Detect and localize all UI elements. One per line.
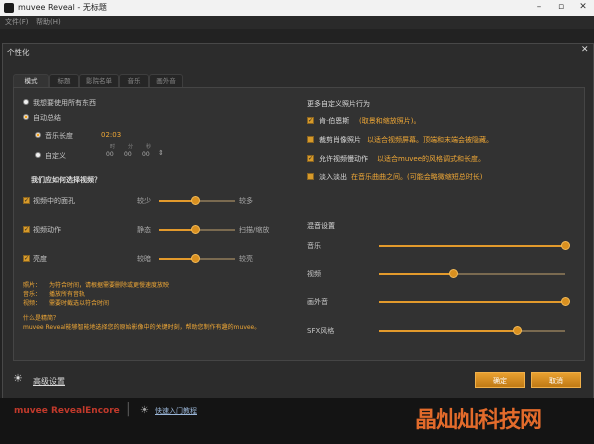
kenburns-checkbox[interactable]: ✓ [307,117,314,124]
menu-file[interactable]: 文件(F) [5,16,29,29]
note-music: 播放所有音轨 [49,291,86,298]
motion-min: 静态 [137,226,151,234]
app-icon [4,3,14,13]
tab-voiceover[interactable]: 画外音 [149,74,183,88]
music-length-label: 音乐长度 [45,132,73,140]
kenburns-desc: (取景和缩放照片)。 [359,117,421,125]
hour-field[interactable]: 00 [106,151,114,158]
mix-sfx-thumb[interactable] [513,326,522,335]
ok-button[interactable]: 确定 [475,372,525,388]
motion-slider-fill [159,229,195,231]
tab-credits[interactable]: 影院名单 [79,74,119,88]
note-photo: 为符合时间，请根据需要删除或更慢速度放映 [49,282,170,289]
motion-max: 扫描/缩放 [239,226,270,234]
unit-hour: 时 [110,144,116,150]
selection-heading: 我们应如何选择视频？ [31,176,101,184]
faces-min: 较少 [137,197,151,205]
slow-motion-desc: 以适合muvee的风格调式和长度。 [377,155,486,163]
faces-label: 视频中的面孔 [33,197,75,205]
minute-field[interactable]: 00 [124,151,132,158]
brightness-label: 亮度 [33,255,47,263]
motion-checkbox[interactable]: ✓ [23,226,30,233]
watermark: 晶灿灿科技网 [415,408,542,433]
advanced-settings-link[interactable]: 高级设置 [33,376,65,387]
mode-panel [13,87,585,361]
crossfade-desc: 在音乐曲曲之间。(可能会略微缩短总时长) [351,173,483,181]
window-title: muvee Reveal - 无标题 [18,3,107,12]
crop-portrait-checkbox[interactable] [307,136,314,143]
mix-music-thumb[interactable] [561,241,570,250]
faces-max: 较多 [239,197,253,205]
mix-heading: 混音设置 [307,222,335,230]
footer-divider: | [126,401,131,417]
unit-second: 秒 [146,144,152,150]
crossfade-label: 淡入淡出 [319,173,347,181]
mix-music-fill [379,245,565,247]
faces-slider-fill [159,200,195,202]
brightness-max: 较亮 [239,255,253,263]
menu-bar: 文件(F) 帮助(H) [0,16,594,29]
kenburns-label: 肯·伯恩斯 [319,117,350,125]
motion-label: 视频动作 [33,226,61,234]
brand-logo: muvee RevealEncore [14,406,120,416]
mix-music-label: 音乐 [307,242,321,250]
dialog-title: 个性化 [7,48,30,57]
close-icon[interactable]: ✕ [572,0,594,15]
cancel-button[interactable]: 取消 [531,372,581,388]
mix-voiceover-fill [379,301,565,303]
slow-motion-label: 允许视频慢动作 [319,155,368,163]
note-video-key: 视频： [23,300,42,307]
radio-use-all-label: 我想要使用所有东西 [33,99,96,107]
second-field[interactable]: 00 [142,151,150,158]
unit-minute: 分 [128,144,134,150]
mix-video-thumb[interactable] [449,269,458,278]
tutorial-icon: ☀ [140,405,149,416]
window-titlebar: muvee Reveal - 无标题 – ▫ ✕ [0,0,594,17]
tab-title[interactable]: 标题 [49,74,79,88]
more-photo-heading: 更多自定义照片行为 [307,100,370,108]
faces-checkbox[interactable]: ✓ [23,197,30,204]
lightbulb-icon: ☀ [13,372,23,385]
quick-start-link[interactable]: 快速入门教程 [155,406,197,416]
slow-motion-checkbox[interactable]: ✓ [307,155,314,162]
faces-slider-thumb[interactable] [191,196,200,205]
note-photo-key: 照片： [23,282,42,289]
crossfade-checkbox[interactable] [307,173,314,180]
brightness-slider-thumb[interactable] [191,254,200,263]
radio-music-length[interactable] [35,132,41,138]
dialog-close-icon[interactable]: ✕ [581,45,589,55]
mix-video-fill [379,273,453,275]
menu-help[interactable]: 帮助(H) [36,16,61,29]
mix-voiceover-thumb[interactable] [561,297,570,306]
motion-slider-thumb[interactable] [191,225,200,234]
time-spinner-icon[interactable]: ⇕ [158,149,164,157]
crop-portrait-label: 裁剪肖像照片 [319,136,361,144]
radio-use-all[interactable] [23,99,29,105]
minimize-icon[interactable]: – [528,0,550,15]
what-is-summary-desc: muvee Reveal能够智能地选择您的原始影像中的关键时刻，帮助您制作有趣的… [23,324,261,331]
radio-auto-summary[interactable] [23,114,29,120]
brightness-min: 较暗 [137,255,151,263]
crop-portrait-desc: 以适合视频屏幕。顶端和末端会被隐藏。 [367,136,493,144]
personalize-dialog: 个性化 ✕ 模式 标题 影院名单 音乐 画外音 我想要使用所有东西 自动总结 音… [2,43,594,400]
radio-custom[interactable] [35,152,41,158]
custom-label: 自定义 [45,152,66,160]
brightness-slider-fill [159,258,195,260]
tab-music[interactable]: 音乐 [119,74,149,88]
radio-auto-summary-label: 自动总结 [33,114,61,122]
tab-mode[interactable]: 模式 [13,74,49,88]
note-video: 需要时截选以符合时间 [49,300,110,307]
mix-video-label: 视频 [307,270,321,278]
music-length-value: 02:03 [101,131,122,139]
maximize-icon[interactable]: ▫ [550,0,572,15]
what-is-summary-title: 什么是精简？ [23,315,60,322]
note-music-key: 音乐： [23,291,42,298]
mix-sfx-fill [379,330,517,332]
mix-voiceover-label: 画外音 [307,298,328,306]
brightness-checkbox[interactable]: ✓ [23,255,30,262]
mix-sfx-label: SFX风格 [307,327,335,335]
